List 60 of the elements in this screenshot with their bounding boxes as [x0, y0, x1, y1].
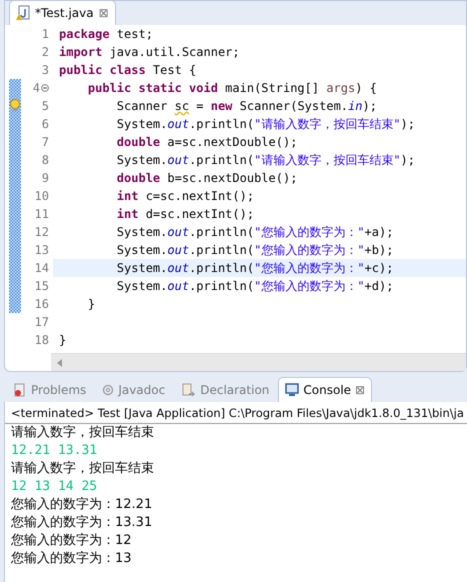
view-tab[interactable]: Declaration	[174, 377, 276, 402]
document-arrow-icon	[181, 382, 196, 398]
console-output-text: 您输入的数字为：13.31	[10, 514, 154, 532]
close-icon[interactable]: ⊠	[98, 6, 109, 20]
line-number: 2	[42, 45, 49, 59]
code-line: import java.util.Scanner;	[59, 45, 240, 59]
code-line: public class Test {	[59, 63, 196, 77]
console-input-text: 12 13 14 25	[10, 478, 98, 496]
java-file-icon	[16, 5, 30, 21]
line-number: 6	[42, 117, 49, 131]
console-output-text: 请输入数字，按回车结束	[10, 424, 155, 442]
tab-title: *Test.java	[35, 6, 94, 20]
console-output-text: 请输入数字，按回车结束	[10, 460, 155, 478]
code-line: public static void main(String[] args) {	[86, 81, 377, 95]
line-number: 4	[32, 81, 40, 95]
line-number: 16	[34, 297, 49, 311]
line-number: 13	[34, 243, 49, 257]
code-line: package test;	[59, 27, 153, 41]
editor-tab[interactable]: *Test.java ⊠	[9, 0, 116, 25]
line-number: 11	[34, 207, 49, 221]
code-line: System.out.println("请输入数字，按回车结束");	[116, 152, 415, 168]
code-line: }	[86, 297, 96, 311]
view-tab[interactable]: Console ⊠	[278, 377, 372, 402]
line-number: 9	[42, 171, 49, 185]
monitor-icon	[285, 383, 300, 397]
code-line: Scanner sc = new Scanner(System.in);	[116, 99, 377, 113]
line-number: 14	[34, 261, 49, 275]
code-line: }	[59, 333, 66, 347]
code-line: System.out.println("您输入的数字为："+a);	[116, 224, 394, 240]
line-number: 17	[34, 315, 49, 329]
console-output-text: 您输入的数字为：12.21	[10, 496, 154, 514]
code-line: double b=sc.nextDouble();	[116, 171, 298, 185]
console-header: <terminated> Test [Java Application] C:\Program Files\Java\jdk1.8.0_131\bin\ja	[5, 402, 467, 424]
line-number: 12	[34, 225, 49, 239]
line-number: 18	[34, 333, 49, 347]
code-line: double a=sc.nextDouble();	[116, 135, 298, 149]
line-number: 1	[42, 27, 49, 41]
code-line: System.out.println("您输入的数字为："+c);	[116, 260, 394, 276]
code-line: System.out.println("请输入数字，按回车结束");	[116, 116, 415, 132]
collapse-icon[interactable]	[41, 84, 49, 92]
code-line: System.out.println("您输入的数字为："+b);	[116, 242, 394, 258]
console-output-text: 您输入的数字为：13	[10, 550, 133, 568]
view-tab[interactable]: Problems	[6, 377, 94, 402]
code-line: int c=sc.nextInt();	[116, 189, 254, 203]
code-line: int d=sc.nextInt();	[116, 207, 254, 221]
line-number: 3	[42, 63, 49, 77]
view-tab[interactable]: Javadoc	[95, 377, 172, 402]
at-sign-icon	[102, 384, 114, 396]
line-number: 10	[34, 189, 49, 203]
line-number: 15	[34, 279, 49, 293]
scroll-left-icon[interactable]	[57, 358, 63, 366]
console-output-text: 您输入的数字为：12	[10, 532, 133, 550]
console-input-text: 12.21 13.31	[10, 442, 98, 460]
problems-icon	[13, 383, 27, 397]
close-icon[interactable]: ⊠	[355, 383, 366, 397]
code-line: System.out.println("您输入的数字为："+d);	[116, 278, 394, 294]
line-number: 5	[42, 99, 49, 113]
horizontal-scrollbar[interactable]	[51, 353, 466, 371]
line-number: 8	[42, 153, 49, 167]
line-number: 7	[42, 135, 49, 149]
